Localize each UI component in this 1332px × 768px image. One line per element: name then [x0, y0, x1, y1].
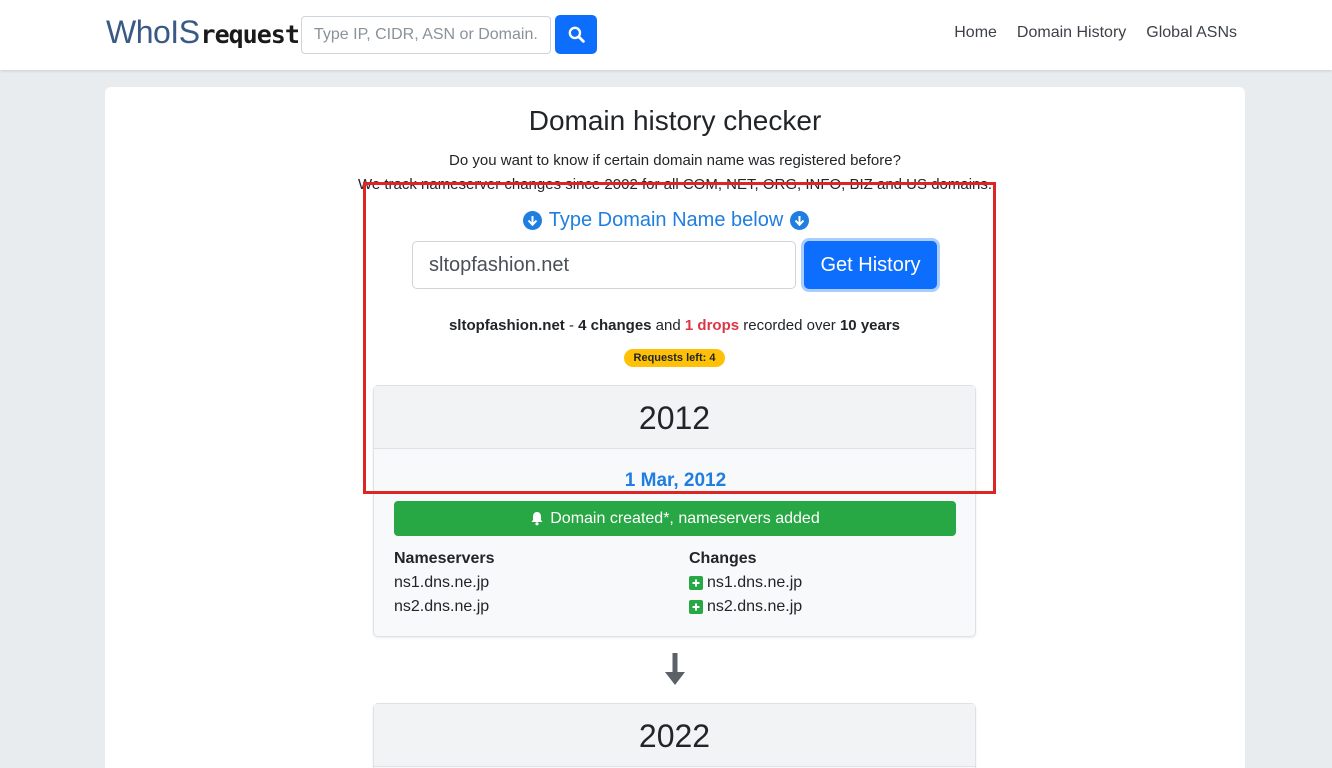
- summary-sep: -: [564, 317, 579, 334]
- summary-years: 10 years: [839, 317, 901, 334]
- year-block-2022: 2022: [373, 703, 976, 768]
- nav-search-button[interactable]: [555, 15, 597, 54]
- change-text: ns1.dns.ne.jp: [707, 574, 803, 591]
- type-domain-text: Type Domain Name below: [548, 209, 784, 231]
- get-history-button[interactable]: Get History: [804, 241, 937, 289]
- summary-recorded: recorded over: [739, 317, 840, 334]
- nav-search-input[interactable]: [301, 16, 551, 54]
- page-lead: Do you want to know if certain domain na…: [105, 149, 1245, 197]
- summary-changes: 4 changes: [578, 317, 652, 334]
- alert-text: Domain created*, nameservers added: [550, 509, 820, 527]
- event-date: 1 Mar, 2012: [624, 470, 727, 491]
- logo-request: request: [200, 20, 300, 49]
- search-icon: [568, 26, 585, 43]
- nameserver-item: ns2.dns.ne.jp: [394, 598, 490, 615]
- change-item: ns1.dns.ne.jp: [689, 571, 802, 595]
- arrow-down-icon: [665, 653, 685, 685]
- requests-left-badge: Requests left: 4: [624, 349, 725, 367]
- lead-line-1: Do you want to know if certain domain na…: [449, 152, 901, 169]
- arrow-circle-down-icon: [790, 211, 810, 230]
- arrow-circle-down-icon: [522, 211, 542, 230]
- nameserver-item: ns1.dns.ne.jp: [394, 574, 490, 591]
- lead-line-2: We track nameserver changes since 2002 f…: [357, 176, 993, 193]
- type-domain-label: Type Domain Name below: [0, 209, 1332, 232]
- nav-links: Home Domain History Global ASNs: [954, 24, 1237, 42]
- navbar: WhoISrequest Home Domain History Global …: [0, 0, 1332, 70]
- nav-global-asns[interactable]: Global ASNs: [1146, 24, 1237, 42]
- summary-and: and: [651, 317, 685, 334]
- changes-column: Changes ns1.dns.ne.jp ns2.dns.ne.jp: [689, 547, 802, 619]
- logo-who: WhoIS: [106, 14, 200, 50]
- change-text: ns2.dns.ne.jp: [707, 598, 803, 615]
- changes-heading: Changes: [689, 550, 757, 567]
- plus-square-icon: [689, 576, 703, 590]
- summary-drops: 1 drops: [684, 317, 740, 334]
- change-item: ns2.dns.ne.jp: [689, 595, 802, 619]
- nav-home[interactable]: Home: [954, 24, 997, 42]
- nameservers-heading: Nameservers: [394, 550, 495, 567]
- bell-icon: [531, 512, 543, 526]
- nameservers-column: Nameservers ns1.dns.ne.jp ns2.dns.ne.jp: [394, 547, 495, 619]
- history-summary: sltopfashion.net - 4 changes and 1 drops…: [0, 317, 1332, 334]
- domain-input[interactable]: [412, 241, 796, 289]
- page-title: Domain history checker: [528, 105, 822, 136]
- year-heading: 2012: [374, 386, 975, 449]
- domain-created-alert: Domain created*, nameservers added: [394, 501, 956, 536]
- site-logo[interactable]: WhoIS request: [106, 14, 300, 54]
- nav-domain-history[interactable]: Domain History: [1017, 24, 1126, 42]
- summary-domain: sltopfashion.net: [448, 317, 565, 334]
- year-block-2012: 2012 1 Mar, 2012 Domain created*, namese…: [373, 385, 976, 637]
- plus-square-icon: [689, 600, 703, 614]
- year-heading: 2022: [374, 704, 975, 767]
